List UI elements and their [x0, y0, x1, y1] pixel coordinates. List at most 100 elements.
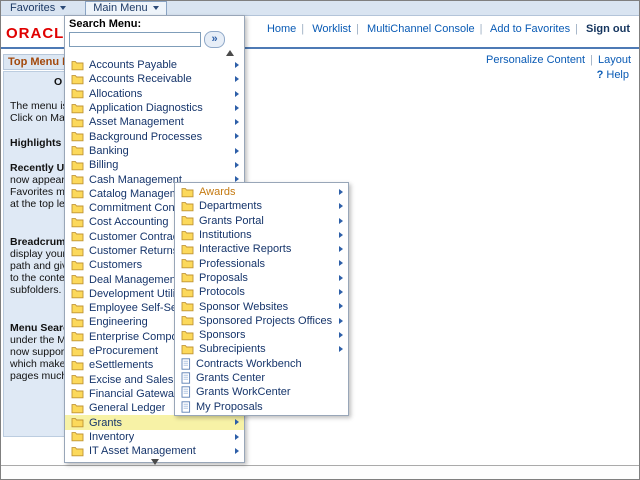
submenu-arrow-icon [339, 318, 343, 324]
peoplesoft-window: Favorites Main Menu ORACLE Home| Worklis… [0, 0, 640, 480]
submenu-arrow-icon [235, 76, 239, 82]
search-menu-label: Search Menu: [69, 18, 240, 30]
submenu-arrow-icon [339, 203, 343, 209]
folder-icon [71, 403, 84, 414]
folder-icon [71, 131, 84, 142]
page-icon [181, 386, 191, 398]
submenu-item-label: Subrecipients [199, 343, 266, 355]
menu-item[interactable]: Accounts Receivable [65, 72, 244, 86]
submenu-item[interactable]: Contracts Workbench [175, 357, 348, 371]
folder-icon [181, 215, 194, 226]
submenu-item[interactable]: Proposals [175, 271, 348, 285]
folder-icon [71, 274, 84, 285]
submenu-item[interactable]: Protocols [175, 285, 348, 299]
folder-icon [71, 317, 84, 328]
submenu-item[interactable]: Grants Center [175, 371, 348, 385]
menu-search-input[interactable] [69, 32, 201, 47]
link-separator: | [301, 23, 304, 35]
page-icon [181, 358, 191, 370]
submenu-item-label: Sponsors [199, 329, 245, 341]
folder-icon [181, 187, 194, 198]
folder-icon [71, 145, 84, 156]
submenu-item[interactable]: Sponsor Websites [175, 299, 348, 313]
menu-scroll-down-icon[interactable] [151, 459, 159, 465]
folder-icon [71, 303, 84, 314]
search-go-button[interactable]: » [204, 31, 225, 48]
menu-item-label: Customers [89, 259, 142, 271]
menu-item[interactable]: Inventory [65, 430, 244, 444]
submenu-item-label: Proposals [199, 272, 248, 284]
submenu-item-label: Sponsored Projects Offices [199, 315, 332, 327]
submenu-arrow-icon [235, 133, 239, 139]
submenu-item-label: Institutions [199, 229, 252, 241]
submenu-item[interactable]: Grants Portal [175, 214, 348, 228]
submenu-item-label: Grants Center [196, 372, 265, 384]
folder-icon [71, 174, 84, 185]
menu-item[interactable]: Banking [65, 144, 244, 158]
submenu-item[interactable]: Professionals [175, 256, 348, 270]
menu-item[interactable]: Grants [65, 415, 244, 429]
menu-item[interactable]: Accounts Payable [65, 58, 244, 72]
submenu-arrow-icon [235, 105, 239, 111]
personalize-links: Personalize Content|Layout [486, 54, 631, 66]
folder-icon [71, 160, 84, 171]
help-link[interactable]: Help [606, 69, 629, 81]
menu-item-label: Accounts Receivable [89, 73, 192, 85]
submenu-item[interactable]: Departments [175, 199, 348, 213]
folder-icon [71, 188, 84, 199]
submenu-item-label: Awards [199, 186, 235, 198]
caret-down-icon [153, 6, 159, 10]
folder-icon [71, 231, 84, 242]
submenu-item-label: Contracts Workbench [196, 358, 302, 370]
submenu-item[interactable]: Institutions [175, 228, 348, 242]
submenu-arrow-icon [235, 419, 239, 425]
main-menu-button[interactable]: Main Menu [85, 1, 166, 15]
submenu-item[interactable]: Sponsored Projects Offices [175, 314, 348, 328]
submenu-arrow-icon [339, 332, 343, 338]
submenu-arrow-icon [235, 448, 239, 454]
submenu-arrow-icon [339, 289, 343, 295]
submenu-item[interactable]: My Proposals [175, 399, 348, 413]
submenu-arrow-icon [339, 275, 343, 281]
folder-icon [181, 201, 194, 212]
layout-link[interactable]: Layout [598, 54, 631, 66]
folder-icon [181, 344, 194, 355]
submenu-arrow-icon [339, 218, 343, 224]
submenu-item[interactable]: Subrecipients [175, 342, 348, 356]
submenu-arrow-icon [339, 303, 343, 309]
header-link[interactable]: Add to Favorites [490, 23, 570, 35]
submenu-item[interactable]: Grants WorkCenter [175, 385, 348, 399]
menu-item[interactable]: IT Asset Management [65, 444, 244, 458]
menu-item-label: Accounts Payable [89, 59, 177, 71]
menu-item-label: Billing [89, 159, 118, 171]
menu-item[interactable]: Asset Management [65, 115, 244, 129]
submenu-arrow-icon [339, 189, 343, 195]
submenu-item[interactable]: Awards [175, 185, 348, 199]
header-link[interactable]: Home [267, 23, 296, 35]
menu-item-label: Deal Management [89, 274, 179, 286]
menu-item-label: IT Asset Management [89, 445, 196, 457]
submenu-item[interactable]: Interactive Reports [175, 242, 348, 256]
folder-icon [71, 203, 84, 214]
folder-icon [71, 260, 84, 271]
personalize-content-link[interactable]: Personalize Content [486, 54, 585, 66]
folder-icon [181, 330, 194, 341]
header-link[interactable]: MultiChannel Console [367, 23, 475, 35]
folder-icon [71, 374, 84, 385]
folder-icon [71, 431, 84, 442]
menu-sort-icon[interactable] [226, 50, 234, 56]
menu-item[interactable]: Background Processes [65, 129, 244, 143]
menu-item[interactable]: Billing [65, 158, 244, 172]
folder-icon [181, 244, 194, 255]
favorites-menu-button[interactable]: Favorites [3, 1, 73, 15]
menu-item[interactable]: Application Diagnostics [65, 101, 244, 115]
submenu-item-label: Professionals [199, 258, 265, 270]
header-link[interactable]: Worklist [312, 23, 351, 35]
folder-icon [71, 60, 84, 71]
header-link-item: Add to Favorites| [490, 23, 583, 35]
folder-icon [71, 346, 84, 357]
header-link-list: Home| Worklist| MultiChannel Console| Ad… [267, 23, 586, 35]
sign-out-link[interactable]: Sign out [586, 23, 630, 35]
menu-item[interactable]: Allocations [65, 87, 244, 101]
submenu-item[interactable]: Sponsors [175, 328, 348, 342]
